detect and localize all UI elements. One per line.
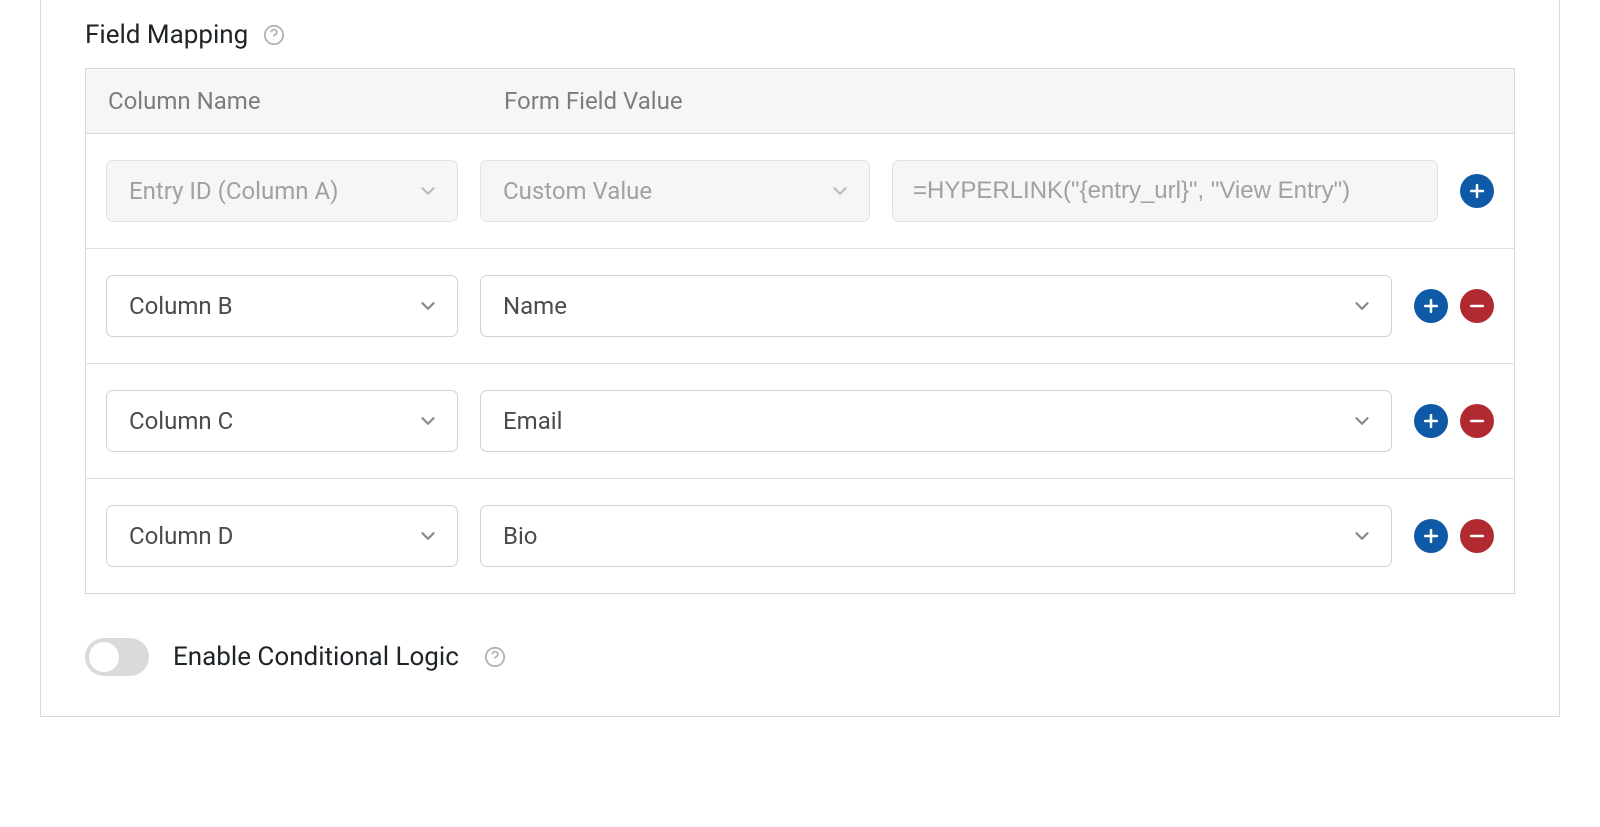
help-icon[interactable] bbox=[262, 23, 286, 47]
conditional-logic-row: Enable Conditional Logic bbox=[85, 594, 1515, 676]
section-title: Field Mapping bbox=[85, 20, 248, 50]
chevron-down-icon bbox=[417, 410, 439, 432]
form-field-select: Custom Value bbox=[480, 160, 870, 222]
chevron-down-icon bbox=[417, 295, 439, 317]
custom-value-input[interactable] bbox=[892, 160, 1438, 222]
column-name-value: Column C bbox=[129, 407, 233, 435]
form-field-value: Name bbox=[503, 292, 567, 320]
column-name-select[interactable]: Column D bbox=[106, 505, 458, 567]
toggle-knob bbox=[89, 642, 119, 672]
settings-panel: Field Mapping Column Name Form Field Val… bbox=[40, 0, 1560, 717]
form-field-value: Email bbox=[503, 407, 562, 435]
form-field-select[interactable]: Bio bbox=[480, 505, 1392, 567]
table-header-row: Column Name Form Field Value bbox=[86, 69, 1514, 134]
chevron-down-icon bbox=[1351, 410, 1373, 432]
remove-row-button[interactable] bbox=[1460, 404, 1494, 438]
mapping-row: Entry ID (Column A) Custom Value bbox=[86, 134, 1514, 249]
form-field-select[interactable]: Name bbox=[480, 275, 1392, 337]
chevron-down-icon bbox=[829, 180, 851, 202]
remove-row-button[interactable] bbox=[1460, 289, 1494, 323]
header-column-name: Column Name bbox=[108, 87, 504, 115]
column-name-value: Column D bbox=[129, 522, 233, 550]
chevron-down-icon bbox=[1351, 525, 1373, 547]
form-field-value: Bio bbox=[503, 522, 537, 550]
conditional-logic-toggle[interactable] bbox=[85, 638, 149, 676]
column-name-select: Entry ID (Column A) bbox=[106, 160, 458, 222]
field-mapping-table: Column Name Form Field Value Entry ID (C… bbox=[85, 68, 1515, 594]
column-name-select[interactable]: Column C bbox=[106, 390, 458, 452]
add-row-button[interactable] bbox=[1414, 404, 1448, 438]
chevron-down-icon bbox=[417, 180, 439, 202]
remove-row-button[interactable] bbox=[1460, 519, 1494, 553]
column-name-select[interactable]: Column B bbox=[106, 275, 458, 337]
column-name-value: Entry ID (Column A) bbox=[129, 177, 338, 205]
section-header-row: Field Mapping bbox=[85, 0, 1515, 68]
mapping-row: Column B Name bbox=[86, 249, 1514, 364]
form-field-select[interactable]: Email bbox=[480, 390, 1392, 452]
chevron-down-icon bbox=[417, 525, 439, 547]
column-name-value: Column B bbox=[129, 292, 233, 320]
header-form-field-value: Form Field Value bbox=[504, 87, 1492, 115]
form-field-value: Custom Value bbox=[503, 177, 652, 205]
add-row-button[interactable] bbox=[1414, 519, 1448, 553]
add-row-button[interactable] bbox=[1414, 289, 1448, 323]
mapping-row: Column C Email bbox=[86, 364, 1514, 479]
help-icon[interactable] bbox=[483, 645, 507, 669]
add-row-button[interactable] bbox=[1460, 174, 1494, 208]
chevron-down-icon bbox=[1351, 295, 1373, 317]
mapping-row: Column D Bio bbox=[86, 479, 1514, 593]
conditional-logic-label: Enable Conditional Logic bbox=[173, 642, 459, 672]
